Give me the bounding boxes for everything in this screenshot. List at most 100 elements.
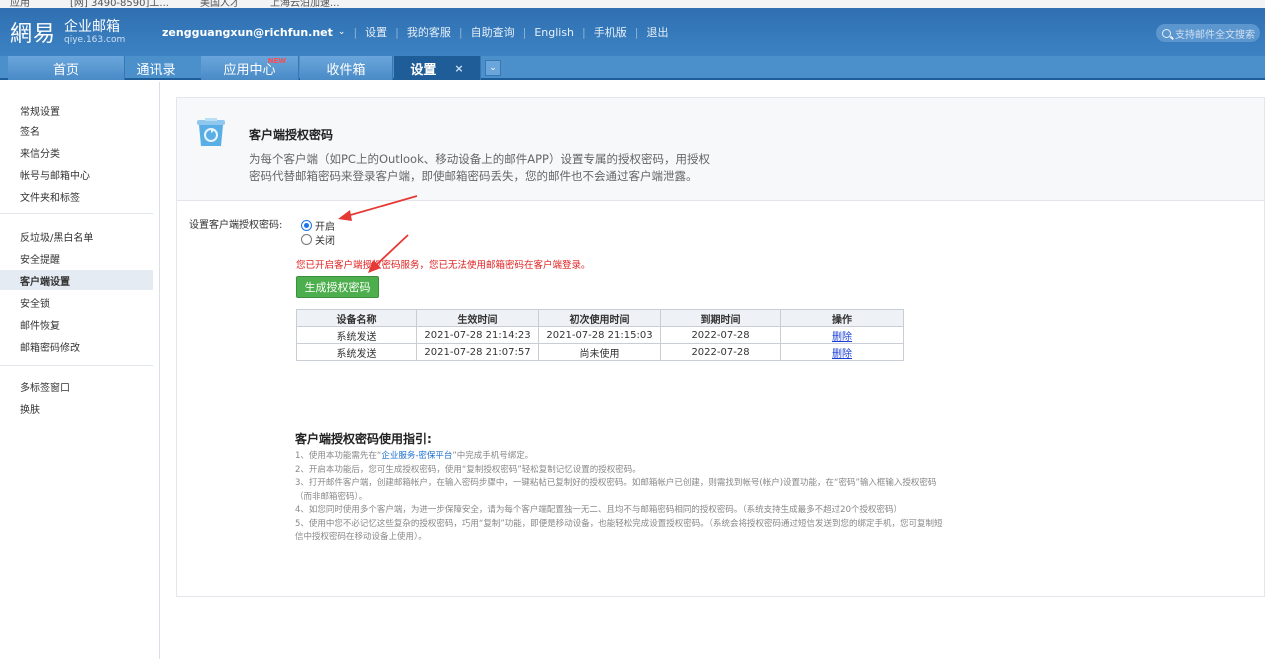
warning-message: 您已开启客户端授权密码服务，您已无法使用邮箱密码在客户端登录。 (296, 260, 591, 271)
browser-bookmarks-bar: 应用 [网] 3490-8590]工... 美国人才 上海云泊加速... (0, 0, 1265, 8)
close-icon[interactable]: × (454, 62, 463, 75)
header-links: zengguangxun@richfun.net ⌄ | 设置 | 我的客服 |… (162, 24, 668, 40)
sidebar-item-mail-filter[interactable]: 来信分类 (0, 142, 153, 162)
sidebar-item-general[interactable]: 常规设置 (0, 100, 153, 120)
cell-action: 删除 (780, 326, 904, 344)
panel-header: 客户端授权密码 为每个客户端（如PC上的Outlook、移动设备上的邮件APP）… (177, 98, 1264, 201)
delete-link[interactable]: 删除 (832, 332, 852, 343)
sidebar-item-password-change[interactable]: 邮箱密码修改 (0, 336, 153, 356)
divider: | (395, 25, 399, 39)
chevron-down-icon[interactable]: ⌄ (338, 27, 346, 37)
guide-text: ”中完成手机号绑定。 (452, 451, 534, 461)
tab-dropdown-button[interactable]: ⌄ (485, 60, 501, 76)
tab-app-center[interactable]: 应用中心 NEW (201, 56, 299, 80)
security-platform-link[interactable]: 企业服务-密保平台 (381, 451, 452, 461)
search-icon (1162, 28, 1171, 38)
brand-name: 企业邮箱 (64, 18, 121, 35)
generate-auth-password-button[interactable]: 生成授权密码 (296, 276, 379, 298)
guide-text: 1、使用本功能需先在“ (295, 451, 382, 461)
sidebar-item-security-alert[interactable]: 安全提醒 (0, 248, 153, 268)
bookmark-item[interactable]: 应用 (10, 0, 30, 8)
cell-device: 系统发送 (296, 326, 417, 344)
sidebar-item-security-lock[interactable]: 安全锁 (0, 292, 153, 312)
link-english[interactable]: English (534, 26, 574, 39)
radio-button-checked[interactable] (301, 220, 312, 231)
search-input[interactable]: 支持邮件全文搜索 (1156, 24, 1260, 42)
settings-sidebar: 常规设置 签名 来信分类 帐号与邮箱中心 文件夹和标签 反垃圾/黑白名单 安全提… (0, 82, 160, 659)
link-self-service[interactable]: 自助查询 (471, 24, 515, 40)
col-expire: 到期时间 (660, 309, 781, 327)
cell-device: 系统发送 (296, 343, 417, 361)
radio-enable[interactable]: 开启 (301, 218, 335, 233)
logo-brand: 企业邮箱 qiye.163.com (64, 20, 125, 45)
cell-action: 删除 (780, 343, 904, 361)
account-menu[interactable]: zengguangxun@richfun.net (162, 26, 333, 39)
cell-expire: 2022-07-28 (660, 343, 781, 361)
logo-glyph: 網易 (10, 22, 57, 47)
radio-label: 开启 (315, 222, 335, 233)
sidebar-item-account-center[interactable]: 帐号与邮箱中心 (0, 164, 153, 184)
col-first-use: 初次使用时间 (538, 309, 661, 327)
guide-line-1: 1、使用本功能需先在“企业服务-密保平台”中完成手机号绑定。 (295, 450, 945, 464)
bookmark-item[interactable]: [网] 3490-8590]工... (70, 0, 169, 8)
search-placeholder: 支持邮件全文搜索 (1175, 29, 1255, 41)
sidebar-item-skin[interactable]: 换肤 (0, 398, 153, 418)
guide-title: 客户端授权密码使用指引: (295, 432, 432, 446)
table-row: 系统发送 2021-07-28 21:07:57 尚未使用 2022-07-28… (296, 343, 904, 361)
tab-inbox[interactable]: 收件箱 (300, 56, 393, 80)
col-action: 操作 (780, 309, 904, 327)
link-mobile[interactable]: 手机版 (594, 24, 627, 40)
sidebar-item-antispam[interactable]: 反垃圾/黑白名单 (0, 226, 153, 246)
cell-first-use: 尚未使用 (538, 343, 661, 361)
table-row: 系统发送 2021-07-28 21:14:23 2021-07-28 21:1… (296, 326, 904, 344)
tab-label: 通讯录 (136, 62, 176, 78)
guide-line-5: 5、使用中您不必记忆这些复杂的授权密码，巧用“复制”功能，即便是移动设备，也能轻… (295, 518, 943, 543)
tab-contacts[interactable]: 通讯录 (96, 56, 216, 80)
sidebar-item-multi-tab[interactable]: 多标签窗口 (0, 376, 153, 396)
main-tabs: 首页 通讯录 应用中心 NEW 收件箱 设置 × ⌄ (0, 56, 1265, 80)
divider: | (634, 25, 639, 39)
radio-button[interactable] (301, 234, 312, 245)
cell-effective: 2021-07-28 21:14:23 (416, 326, 539, 344)
usage-guide: 客户端授权密码使用指引: 1、使用本功能需先在“企业服务-密保平台”中完成手机号… (295, 430, 945, 545)
new-badge: NEW (267, 57, 286, 65)
col-device: 设备名称 (296, 309, 417, 327)
brand-domain: qiye.163.com (64, 34, 126, 45)
sidebar-item-folders-tags[interactable]: 文件夹和标签 (0, 186, 153, 206)
sidebar-item-mail-recovery[interactable]: 邮件恢复 (0, 314, 153, 334)
chevron-down-icon: ⌄ (489, 63, 497, 73)
guide-line-3: 3、打开邮件客户端，创建邮箱帐户，在输入密码步骤中，一键粘帖已复制好的授权密码。… (295, 478, 937, 502)
bookmark-item[interactable]: 上海云泊加速... (270, 0, 340, 8)
divider: | (522, 25, 527, 39)
radio-disable[interactable]: 关闭 (301, 232, 335, 247)
link-support[interactable]: 我的客服 (407, 24, 451, 40)
setting-label: 设置客户端授权密码: (189, 220, 283, 231)
divider: | (458, 25, 463, 39)
guide-line-4: 4、如您同时使用多个客户端，为进一步保障安全，请为每个客户端配置独一无二、且均不… (295, 505, 902, 515)
divider: | (582, 25, 586, 39)
sidebar-divider (0, 213, 153, 214)
panel-title: 客户端授权密码 (249, 128, 334, 142)
delete-link[interactable]: 删除 (832, 349, 852, 360)
cell-first-use: 2021-07-28 21:15:03 (538, 326, 661, 344)
link-logout[interactable]: 退出 (646, 24, 668, 40)
tab-label: 设置 (410, 62, 437, 78)
mail-header: 網易 企业邮箱 qiye.163.com zengguangxun@richfu… (0, 8, 1265, 56)
tab-label: 收件箱 (326, 62, 366, 78)
client-auth-panel: 客户端授权密码 为每个客户端（如PC上的Outlook、移动设备上的邮件APP）… (176, 97, 1265, 597)
tab-settings[interactable]: 设置 × (394, 56, 481, 80)
sidebar-item-client-settings[interactable]: 客户端设置 (0, 270, 153, 290)
divider: | (353, 25, 358, 39)
col-effective: 生效时间 (416, 309, 539, 327)
recycle-bin-icon (197, 118, 225, 146)
netease-logo[interactable]: 網易 企业邮箱 qiye.163.com (10, 16, 125, 48)
auth-password-table: 设备名称 生效时间 初次使用时间 到期时间 操作 系统发送 2021-07-28… (296, 309, 904, 361)
panel-description: 为每个客户端（如PC上的Outlook、移动设备上的邮件APP）设置专属的授权密… (249, 152, 710, 183)
cell-effective: 2021-07-28 21:07:57 (416, 343, 539, 361)
tab-label: 首页 (52, 62, 79, 78)
table-header-row: 设备名称 生效时间 初次使用时间 到期时间 操作 (296, 309, 904, 327)
link-settings[interactable]: 设置 (365, 24, 387, 40)
bookmark-item[interactable]: 美国人才 (200, 0, 240, 8)
sidebar-divider (0, 365, 153, 366)
sidebar-item-signature[interactable]: 签名 (0, 120, 153, 140)
